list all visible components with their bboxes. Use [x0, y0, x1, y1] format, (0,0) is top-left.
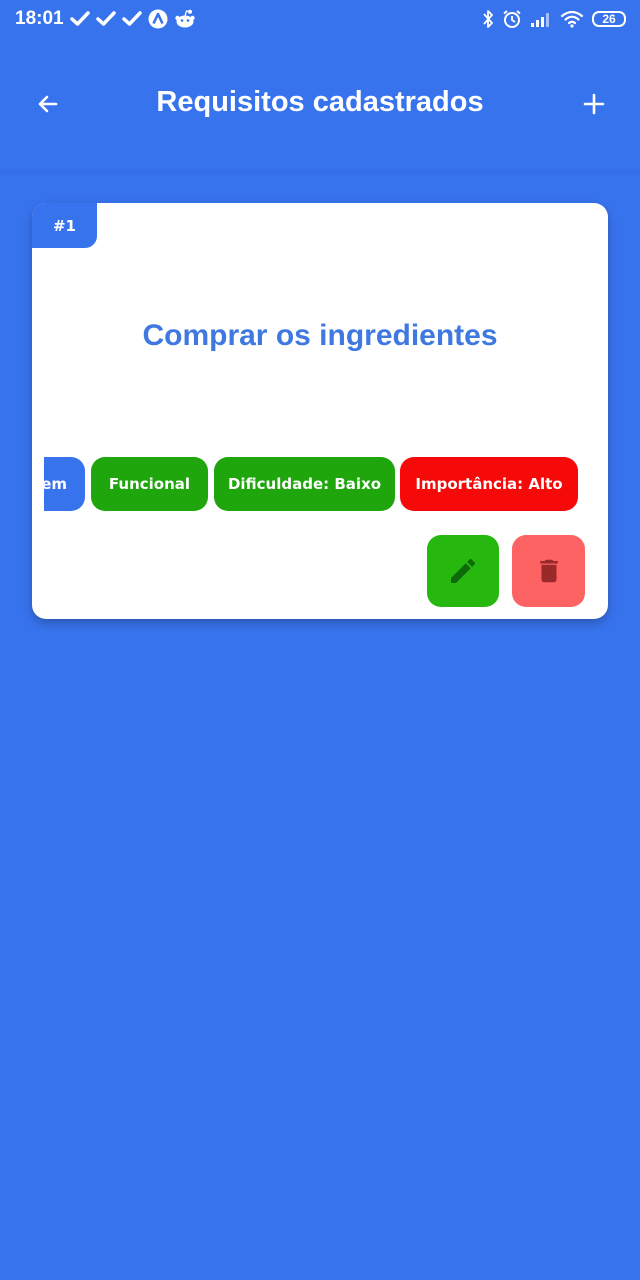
notification-icons	[70, 7, 196, 31]
check-icon	[96, 11, 116, 26]
check-icon	[70, 11, 90, 26]
battery-icon: 26	[592, 11, 626, 27]
tag-type: Funcional	[91, 457, 208, 511]
alarm-icon	[503, 10, 521, 28]
edit-button[interactable]	[427, 535, 499, 607]
check-icon	[122, 11, 142, 26]
status-bar: 18:01 26	[0, 0, 640, 38]
requirement-card[interactable]: #1 Comprar os ingredientes em Funcional …	[32, 203, 608, 619]
wifi-icon	[560, 10, 584, 28]
tag-difficulty: Dificuldade: Baixo	[214, 457, 395, 511]
app-bar: Requisitos cadastrados	[0, 38, 640, 170]
tag-importance: Importância: Alto	[400, 457, 578, 511]
tag-type-label: Funcional	[108, 475, 191, 493]
signal-icon	[531, 13, 549, 27]
tag-category: em	[44, 457, 85, 511]
trash-icon	[539, 559, 558, 583]
reddit-icon	[175, 9, 195, 28]
page-title: Requisitos cadastrados	[156, 86, 484, 118]
battery-level: 26	[602, 12, 616, 26]
app-icon	[148, 9, 168, 29]
tags-scroller[interactable]: em Funcional Dificuldade: Baixo Importân…	[44, 457, 608, 511]
pencil-icon	[451, 558, 476, 583]
status-time: 18:01	[15, 8, 64, 29]
requirement-number: #1	[32, 203, 97, 248]
tag-importance-label: Importância: Alto	[415, 475, 563, 493]
requirement-title: Comprar os ingredientes	[142, 319, 498, 352]
delete-button[interactable]	[512, 535, 585, 607]
tag-difficulty-label: Dificuldade: Baixo	[227, 475, 382, 493]
bluetooth-icon	[483, 10, 493, 28]
plus-icon	[583, 93, 605, 115]
add-button[interactable]	[574, 84, 614, 124]
tag-category-label: em	[44, 475, 67, 493]
system-icons: 26	[482, 7, 626, 31]
